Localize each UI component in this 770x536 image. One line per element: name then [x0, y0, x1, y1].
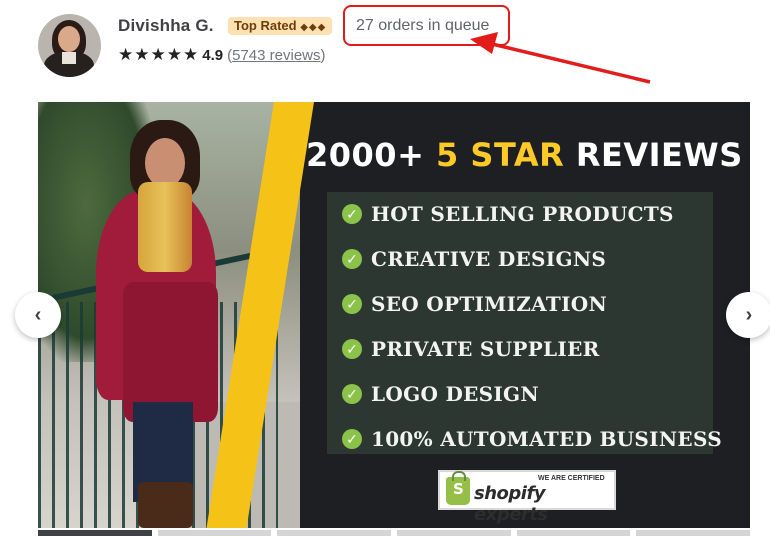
- check-icon: ✓: [342, 384, 362, 404]
- feature-item: ✓ 100% AUTOMATED BUSINESS: [342, 427, 722, 451]
- feature-label: PRIVATE SUPPLIER: [371, 337, 600, 361]
- feature-item: ✓ SEO OPTIMIZATION: [342, 292, 607, 316]
- check-icon: ✓: [342, 294, 362, 314]
- gig-gallery: 2000+ 5 STAR REVIEWS ✓ HOT SELLING PRODU…: [38, 102, 750, 528]
- check-icon: ✓: [342, 249, 362, 269]
- feature-item: ✓ LOGO DESIGN: [342, 382, 539, 406]
- feature-label: CREATIVE DESIGNS: [371, 247, 607, 271]
- gallery-next-button[interactable]: ›: [726, 292, 770, 338]
- thumbnail[interactable]: [516, 530, 631, 536]
- photo-boots: [138, 482, 193, 528]
- thumbnail[interactable]: [277, 530, 392, 536]
- check-icon: ✓: [342, 339, 362, 359]
- headline-suffix: REVIEWS: [564, 136, 743, 174]
- feature-item: ✓ PRIVATE SUPPLIER: [342, 337, 600, 361]
- chevron-left-icon: ‹: [34, 303, 42, 326]
- photo-face: [145, 138, 185, 188]
- thumbnail[interactable]: [38, 530, 152, 536]
- headline-highlight: 5 STAR: [436, 136, 565, 174]
- features-panel: [327, 192, 713, 454]
- arrow-head: [470, 32, 498, 54]
- gallery-thumbnails: [38, 530, 751, 536]
- thumbnail[interactable]: [636, 530, 751, 536]
- check-icon: ✓: [342, 429, 362, 449]
- feature-item: ✓ HOT SELLING PRODUCTS: [342, 202, 674, 226]
- banner-headline: 2000+ 5 STAR REVIEWS: [306, 136, 746, 174]
- feature-item: ✓ CREATIVE DESIGNS: [342, 247, 606, 271]
- chevron-right-icon: ›: [745, 303, 753, 326]
- shopify-experts-badge: S WE ARE CERTIFIED shopify experts: [438, 470, 616, 525]
- shopify-experts-text: shopify experts: [474, 483, 548, 525]
- thumbnail[interactable]: [157, 530, 272, 536]
- feature-label: SEO OPTIMIZATION: [371, 292, 608, 316]
- photo-coat-lower: [123, 282, 218, 422]
- arrow-shaft: [491, 42, 651, 84]
- gallery-prev-button[interactable]: ‹: [15, 292, 61, 338]
- feature-label: HOT SELLING PRODUCTS: [371, 202, 674, 226]
- headline-prefix: 2000+: [306, 136, 437, 174]
- shopify-logo-letter: S: [453, 480, 464, 498]
- check-icon: ✓: [342, 204, 362, 224]
- feature-label: 100% AUTOMATED BUSINESS: [371, 427, 722, 451]
- thumbnail[interactable]: [397, 530, 511, 536]
- certified-label: WE ARE CERTIFIED: [538, 475, 605, 482]
- feature-label: LOGO DESIGN: [371, 382, 539, 406]
- photo-scarf: [138, 182, 192, 272]
